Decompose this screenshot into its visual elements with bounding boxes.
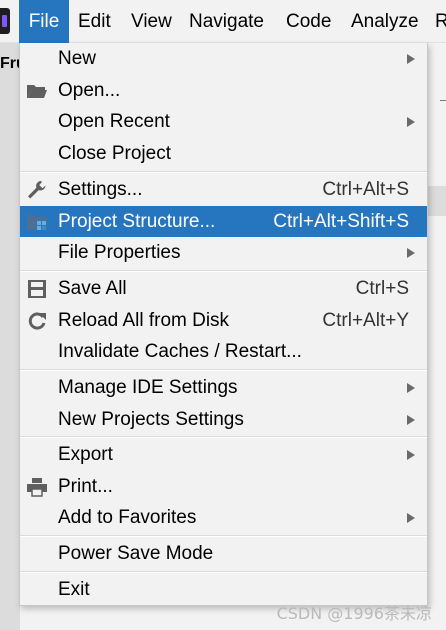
menu-separator: [20, 571, 427, 573]
menu-item-reload-all[interactable]: Reload All from Disk Ctrl+Alt+Y: [20, 305, 427, 337]
menu-separator: [20, 436, 427, 438]
watermark: CSDN @1996茶未凉: [276, 604, 432, 623]
app-logo-icon[interactable]: [0, 8, 10, 34]
menu-item-label: Power Save Mode: [58, 543, 214, 564]
menu-item-label: Save All: [58, 278, 127, 299]
menu-item-power-save-mode[interactable]: Power Save Mode: [20, 538, 427, 570]
menu-separator: [20, 270, 427, 272]
editor-background: [428, 43, 446, 630]
menu-item-file-properties[interactable]: File Properties: [20, 237, 427, 269]
menu-item-label: Reload All from Disk: [58, 309, 230, 331]
menu-item-save-all[interactable]: Save All Ctrl+S: [20, 273, 427, 305]
menu-item-label: Manage IDE Settings: [58, 377, 238, 398]
menu-group-save: Save All Ctrl+S Reload All from Disk Ctr…: [20, 273, 427, 368]
editor-highlight-band: [428, 186, 446, 216]
menubar-edit[interactable]: Edit: [72, 0, 117, 43]
menu-item-project-structure[interactable]: Project Structure... Ctrl+Alt+Shift+S: [20, 205, 427, 237]
menu-group-power: Power Save Mode: [20, 538, 427, 570]
shortcut-label: Ctrl+Alt+Y: [322, 309, 409, 331]
menu-item-close-project[interactable]: Close Project: [20, 138, 427, 170]
menu-item-label: Open...: [58, 79, 121, 101]
menu-item-label: Open Recent: [58, 111, 170, 132]
shortcut-label: Ctrl+S: [355, 278, 409, 299]
menu-item-label: Export: [58, 444, 113, 465]
menu-bar: File Edit View Navigate Code Analyze R: [0, 0, 446, 43]
menubar-navigate[interactable]: Navigate: [183, 0, 270, 43]
menu-group-export: Export Print... Add to Favorites: [20, 439, 427, 534]
reload-icon: [28, 312, 46, 330]
printer-icon: [27, 477, 47, 497]
menu-group-ide-settings: Manage IDE Settings New Projects Setting…: [20, 372, 427, 435]
menu-separator: [20, 171, 427, 173]
save-icon: [28, 280, 46, 298]
menu-separator: [20, 535, 427, 537]
menu-item-open[interactable]: Open...: [20, 75, 427, 107]
menu-item-label: New Projects Settings: [58, 408, 244, 430]
menu-separator: [20, 369, 427, 371]
project-name-label: Fru: [0, 55, 20, 72]
menu-item-new[interactable]: New: [20, 43, 427, 75]
menu-item-manage-ide-settings[interactable]: Manage IDE Settings: [20, 372, 427, 404]
menu-item-label: Settings...: [58, 179, 143, 200]
menu-item-export[interactable]: Export: [20, 439, 427, 471]
menu-item-print[interactable]: Print...: [20, 471, 427, 503]
submenu-arrow-icon: [407, 513, 415, 523]
file-menu: New Open... Open Recent Close Project Se…: [19, 43, 428, 606]
menubar-refactor[interactable]: R: [429, 0, 446, 43]
shortcut-label: Ctrl+Alt+Shift+S: [273, 210, 409, 232]
menubar-file[interactable]: File: [19, 0, 69, 43]
submenu-arrow-icon: [407, 117, 415, 127]
menu-item-label: Add to Favorites: [58, 507, 197, 528]
editor-tick: [440, 100, 446, 101]
submenu-arrow-icon: [407, 450, 415, 460]
menubar-analyze[interactable]: Analyze: [345, 0, 425, 43]
menu-item-add-to-favorites[interactable]: Add to Favorites: [20, 502, 427, 534]
submenu-arrow-icon: [407, 414, 415, 425]
menubar-view[interactable]: View: [125, 0, 178, 43]
shortcut-label: Ctrl+Alt+S: [322, 179, 409, 200]
submenu-arrow-icon: [407, 54, 415, 64]
menu-item-label: Close Project: [58, 142, 171, 164]
submenu-arrow-icon: [407, 383, 415, 393]
menu-item-label: File Properties: [58, 242, 181, 263]
menu-item-label: Invalidate Caches / Restart...: [58, 341, 302, 362]
wrench-icon: [28, 181, 46, 199]
menu-item-invalidate-caches[interactable]: Invalidate Caches / Restart...: [20, 336, 427, 368]
menu-item-open-recent[interactable]: Open Recent: [20, 106, 427, 138]
menu-item-settings[interactable]: Settings... Ctrl+Alt+S: [20, 174, 427, 206]
submenu-arrow-icon: [407, 248, 415, 258]
folder-open-icon: [27, 84, 47, 98]
project-structure-icon: [27, 214, 47, 230]
menu-item-label: Exit: [58, 579, 90, 600]
menu-item-label: Project Structure...: [58, 210, 216, 232]
menu-item-label: New: [58, 48, 97, 69]
menu-item-label: Print...: [58, 475, 113, 497]
project-tool-window-strip: [0, 43, 20, 630]
menu-item-new-projects-settings[interactable]: New Projects Settings: [20, 404, 427, 436]
menu-group-settings: Settings... Ctrl+Alt+S Project Structure…: [20, 174, 427, 269]
menubar-code[interactable]: Code: [280, 0, 337, 43]
menu-group-project: New Open... Open Recent Close Project: [20, 43, 427, 169]
